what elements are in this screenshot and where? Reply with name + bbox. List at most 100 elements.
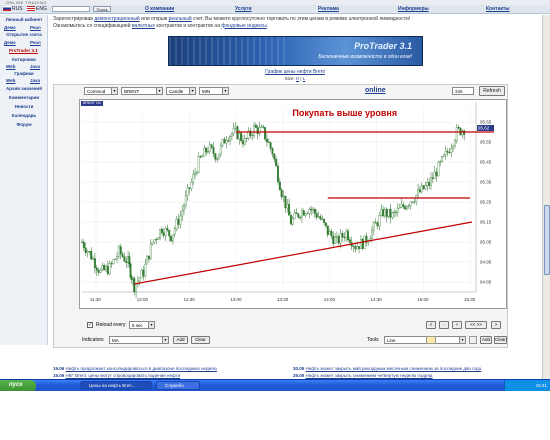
candle-body bbox=[409, 201, 412, 206]
chart-title-link[interactable]: График цены нефти Brent bbox=[220, 69, 370, 75]
search-input[interactable] bbox=[52, 6, 90, 12]
candle-body bbox=[446, 150, 449, 153]
candle-body bbox=[332, 235, 335, 244]
candle-body bbox=[149, 243, 152, 260]
banner-decoration bbox=[169, 37, 289, 65]
candle-body bbox=[99, 269, 102, 273]
refresh-button[interactable]: Refresh bbox=[479, 86, 505, 96]
interval-select[interactable]: MIN ▾ bbox=[199, 87, 229, 95]
sidebar-link-archive[interactable]: Архив значений bbox=[0, 86, 48, 91]
x-tick-label: 12:30 bbox=[184, 297, 196, 302]
sidebar-link-forum[interactable]: Форум bbox=[0, 122, 48, 127]
price-chart[interactable]: 94.85 94.95 95.05 95.15 95.25 95.35 95.45 95.55… bbox=[79, 99, 507, 309]
nav-item-contacts[interactable]: Контакты bbox=[486, 6, 510, 12]
candle-body bbox=[396, 208, 399, 213]
nav-item-about[interactable]: О компании bbox=[145, 6, 174, 12]
sidebar-link-calendar[interactable]: Календарь bbox=[0, 113, 48, 118]
candle-body bbox=[179, 215, 182, 225]
news-item[interactable]: 30.05 Нефть может закрыть май рекордным … bbox=[293, 366, 481, 372]
add-tool-button[interactable]: Add bbox=[480, 336, 492, 344]
candle-body bbox=[95, 267, 98, 271]
candle-body bbox=[88, 251, 91, 253]
candle-body bbox=[253, 124, 256, 136]
sidebar-link-quotes-java[interactable]: Java bbox=[30, 64, 40, 69]
size-h-link[interactable]: H bbox=[296, 76, 299, 81]
chevron-down-icon: ▾ bbox=[156, 88, 162, 94]
candle-body bbox=[232, 127, 235, 134]
zoom-in-button[interactable]: + bbox=[452, 321, 462, 329]
type-select[interactable]: Commod ▾ bbox=[84, 87, 118, 95]
color-picker-icon[interactable] bbox=[426, 336, 436, 344]
news-item[interactable]: 25.05 Нефть может закрыть снижением четв… bbox=[293, 373, 432, 379]
clear-indicator-button[interactable]: Clear bbox=[191, 336, 210, 344]
tool-select[interactable]: Line ▾ bbox=[384, 336, 466, 344]
sidebar-link-charts-web[interactable]: Web bbox=[6, 78, 15, 83]
candle-body bbox=[106, 266, 109, 275]
real-account-link[interactable]: реальный bbox=[169, 16, 192, 22]
scrollbar-thumb[interactable] bbox=[544, 205, 550, 275]
lang-en[interactable]: ENG bbox=[27, 6, 47, 12]
sidebar-link-comments[interactable]: Комментарии bbox=[0, 95, 48, 100]
lang-ru[interactable]: RUS bbox=[3, 6, 23, 12]
add-indicator-button[interactable]: Add bbox=[173, 336, 188, 344]
candle-body bbox=[372, 222, 375, 231]
currency-contracts-link[interactable]: валютных bbox=[132, 23, 155, 29]
reload-checkbox[interactable]: ✓ bbox=[87, 322, 93, 328]
nav-bar: RUS ENG Поиск О компании Услуги Реклама … bbox=[0, 5, 550, 14]
candle-body bbox=[245, 138, 248, 139]
candle-body bbox=[284, 195, 287, 209]
indicator-select[interactable]: MA ▾ bbox=[109, 336, 169, 344]
page-scrollbar[interactable] bbox=[542, 15, 550, 383]
sidebar-link-charts-java[interactable]: Java bbox=[30, 78, 40, 83]
scroll-right-button[interactable]: > bbox=[491, 321, 501, 329]
search-button[interactable]: Поиск bbox=[93, 6, 111, 12]
reload-label: Reload every bbox=[96, 322, 126, 328]
candle-body bbox=[260, 126, 263, 128]
stock-index-link[interactable]: фондовые индексы bbox=[221, 23, 266, 29]
candle-body bbox=[151, 241, 154, 245]
nav-item-informers[interactable]: Информеры bbox=[398, 6, 429, 12]
taskbar-item-service[interactable]: Служебн bbox=[156, 381, 200, 390]
nav-item-services[interactable]: Услуги bbox=[235, 6, 252, 12]
periods-input[interactable]: 336 bbox=[452, 87, 474, 95]
candle-body bbox=[236, 126, 239, 140]
reload-interval-select[interactable]: 5 sec ▾ bbox=[129, 321, 155, 329]
candle-body bbox=[269, 142, 272, 149]
sidebar-link-news[interactable]: Новости bbox=[0, 104, 48, 109]
candle-body bbox=[265, 138, 268, 143]
size-l-link[interactable]: L bbox=[303, 76, 306, 81]
symbol-select[interactable]: BRENT ▾ bbox=[121, 87, 163, 95]
candle-body bbox=[212, 147, 215, 154]
clear-tool-button[interactable]: Clear bbox=[494, 336, 507, 344]
candle-body bbox=[90, 251, 93, 260]
fit-button[interactable]: << >> bbox=[465, 321, 487, 329]
style-select[interactable]: Candle ▾ bbox=[166, 87, 196, 95]
candle-body bbox=[435, 171, 438, 177]
x-tick-label: 14:30 bbox=[371, 297, 383, 302]
news-item[interactable]: 15.06 НКГ Brent: цены могут спровоцирова… bbox=[53, 373, 180, 379]
zoom-out-button[interactable]: - bbox=[439, 321, 449, 329]
news-item[interactable]: 19.06 Нефть продолжает консолидироваться… bbox=[53, 366, 217, 372]
symbol-tag: BRENT 1M bbox=[81, 101, 103, 106]
candle-body bbox=[450, 148, 453, 154]
nav-item-ads[interactable]: Реклама bbox=[318, 6, 339, 12]
sidebar-link-account-demo[interactable]: Демо bbox=[4, 40, 16, 45]
sidebar-link-account-real[interactable]: Реал bbox=[30, 40, 41, 45]
candle-body bbox=[308, 208, 311, 214]
candle-body bbox=[334, 237, 337, 244]
protrader-banner[interactable]: ProTrader 3.1 Бесконечные возможности в … bbox=[168, 36, 423, 66]
sidebar-link-protrader[interactable]: ProTrader 3.1 bbox=[9, 48, 38, 53]
sidebar-link-quotes-web[interactable]: Web bbox=[6, 64, 15, 69]
palette-icon[interactable] bbox=[469, 336, 477, 344]
online-link[interactable]: online bbox=[365, 87, 386, 94]
taskbar-item-browser[interactable]: Цены на нефть Bren... bbox=[80, 381, 152, 390]
scroll-left-button[interactable]: < bbox=[426, 321, 436, 329]
sidebar-link-cabinet-demo[interactable]: Демо bbox=[4, 25, 16, 30]
candle-body bbox=[406, 206, 408, 210]
candle-body bbox=[181, 210, 184, 217]
demo-account-link[interactable]: демонстрационный bbox=[94, 16, 139, 22]
sidebar-link-cabinet-real[interactable]: Реал bbox=[30, 25, 41, 30]
candle-body bbox=[389, 208, 392, 218]
candle-body bbox=[230, 133, 233, 137]
candle-body bbox=[254, 124, 257, 128]
